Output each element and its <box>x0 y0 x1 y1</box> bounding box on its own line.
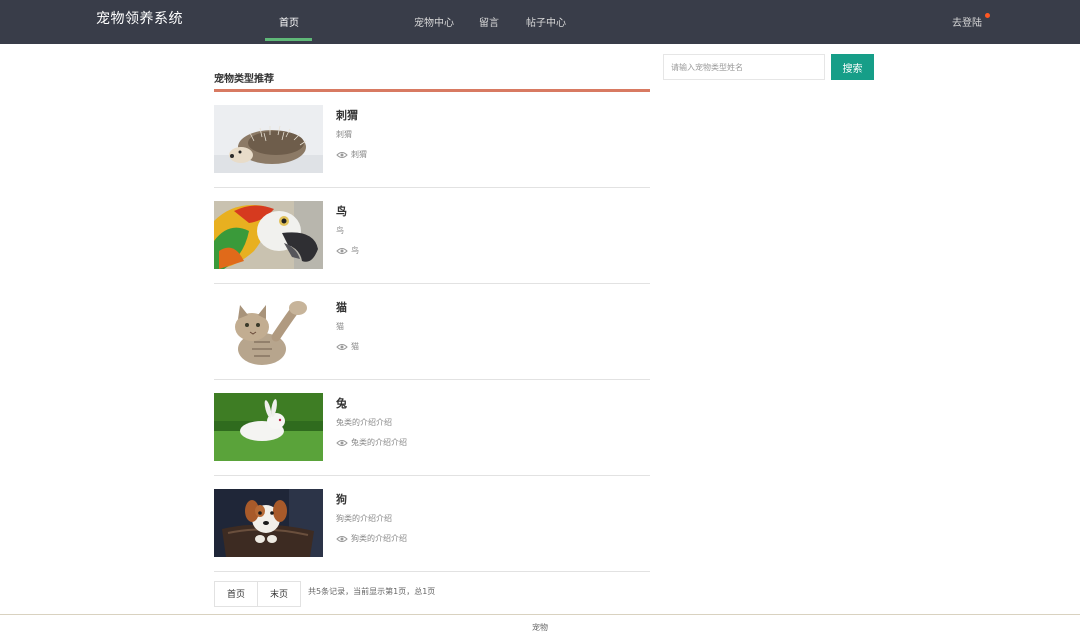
eye-icon <box>336 151 348 158</box>
list-item[interactable]: 鸟 鸟 鸟 <box>214 188 650 284</box>
nav-item-home[interactable]: 首页 <box>279 14 299 29</box>
pet-name[interactable]: 狗 <box>336 491 347 507</box>
eye-icon <box>336 343 348 350</box>
pagination-info: 共5条记录，当前显示第1页，总1页 <box>308 587 436 596</box>
list-item[interactable]: 狗 狗类的介绍介绍 狗类的介绍介绍 <box>214 476 650 572</box>
pet-view-meta: 刺猬 <box>336 149 367 160</box>
nav-item-pet-center[interactable]: 宠物中心 <box>414 14 454 29</box>
footer: 宠物 <box>0 614 1080 633</box>
pet-meta-text: 狗类的介绍介绍 <box>351 534 407 543</box>
top-navbar: 宠物领养系统 首页 宠物中心 留言 帖子中心 去登陆 <box>0 0 1080 44</box>
pet-thumbnail-cat[interactable] <box>214 297 323 365</box>
pet-name[interactable]: 鸟 <box>336 203 347 219</box>
pet-thumbnail-hedgehog[interactable] <box>214 105 323 173</box>
pet-description: 刺猬 <box>336 130 352 139</box>
pet-meta-text: 猫 <box>351 342 359 351</box>
pet-view-meta: 狗类的介绍介绍 <box>336 533 407 544</box>
login-link[interactable]: 去登陆 <box>952 14 982 29</box>
list-item[interactable]: 刺猬 刺猬 刺猬 <box>214 92 650 188</box>
rabbit-image <box>214 393 323 461</box>
eye-icon <box>336 535 348 542</box>
pet-name[interactable]: 刺猬 <box>336 107 358 123</box>
pet-description: 猫 <box>336 322 344 331</box>
site-brand[interactable]: 宠物领养系统 <box>96 8 183 28</box>
pet-description: 狗类的介绍介绍 <box>336 514 392 523</box>
footer-text: 宠物 <box>532 623 548 632</box>
dog-image <box>214 489 323 557</box>
last-page-button[interactable]: 末页 <box>258 581 302 607</box>
pet-meta-text: 兔类的介绍介绍 <box>351 438 407 447</box>
pet-meta-text: 刺猬 <box>351 150 367 159</box>
list-item[interactable]: 兔 兔类的介绍介绍 兔类的介绍介绍 <box>214 380 650 476</box>
list-item[interactable]: 猫 猫 猫 <box>214 284 650 380</box>
nav-item-messages[interactable]: 留言 <box>479 14 499 29</box>
first-page-button[interactable]: 首页 <box>214 581 259 607</box>
notification-dot <box>985 13 990 18</box>
pet-meta-text: 鸟 <box>351 246 359 255</box>
pagination: 首页 末页 共5条记录，当前显示第1页，总1页 <box>214 581 435 607</box>
parrot-image <box>214 201 323 269</box>
pet-name[interactable]: 猫 <box>336 299 347 315</box>
search-button[interactable]: 搜索 <box>831 54 874 80</box>
pet-description: 鸟 <box>336 226 344 235</box>
pet-view-meta: 猫 <box>336 341 359 352</box>
eye-icon <box>336 247 348 254</box>
eye-icon <box>336 439 348 446</box>
pet-thumbnail-dog[interactable] <box>214 489 323 557</box>
pet-thumbnail-rabbit[interactable] <box>214 393 323 461</box>
pet-view-meta: 兔类的介绍介绍 <box>336 437 407 448</box>
pet-view-meta: 鸟 <box>336 245 359 256</box>
pet-thumbnail-bird[interactable] <box>214 201 323 269</box>
nav-item-posts[interactable]: 帖子中心 <box>526 14 566 29</box>
pet-description: 兔类的介绍介绍 <box>336 418 392 427</box>
search-input[interactable] <box>663 54 825 80</box>
hedgehog-image <box>214 105 323 173</box>
section-title: 宠物类型推荐 <box>214 74 274 85</box>
pet-list: 刺猬 刺猬 刺猬 鸟 鸟 鸟 猫 猫 猫 兔 兔类的介绍介绍 兔类的介绍介绍 狗… <box>214 92 650 572</box>
cat-image <box>214 297 323 365</box>
nav-active-indicator <box>265 38 312 41</box>
pet-name[interactable]: 兔 <box>336 395 347 411</box>
